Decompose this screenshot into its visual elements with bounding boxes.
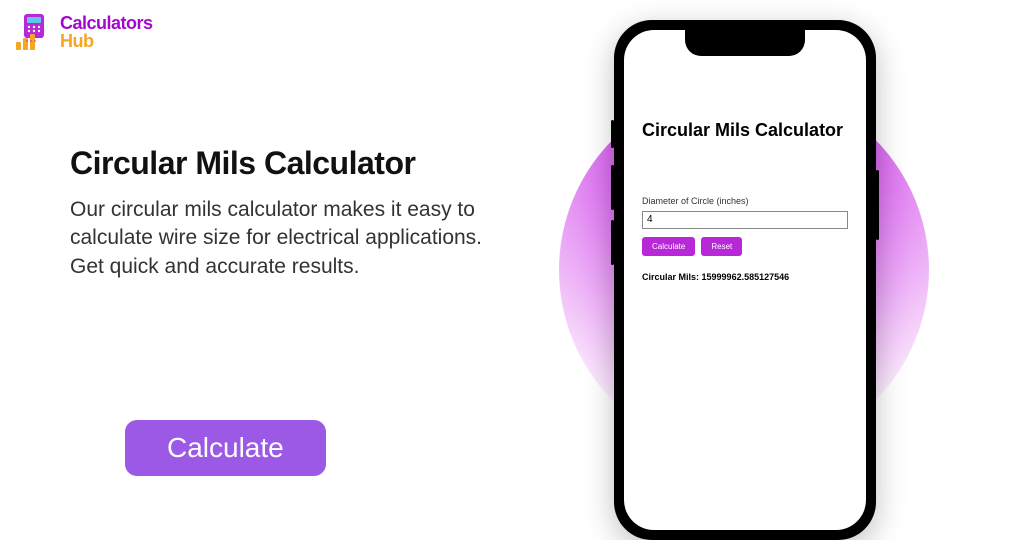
phone-side-button — [611, 120, 614, 148]
logo-icon — [14, 12, 54, 52]
page-title: Circular Mils Calculator — [70, 145, 490, 182]
button-row: Calculate Reset — [642, 237, 848, 256]
app-reset-button[interactable]: Reset — [701, 237, 742, 256]
result-label: Circular Mils: — [642, 272, 699, 282]
logo-line2: Hub — [60, 32, 153, 50]
phone-side-button — [876, 170, 879, 240]
calculate-button[interactable]: Calculate — [125, 420, 326, 476]
logo-line1: Calculators — [60, 14, 153, 32]
phone-side-button — [611, 220, 614, 265]
app-title: Circular Mils Calculator — [642, 120, 848, 141]
phone-mockup: Circular Mils Calculator Diameter of Cir… — [614, 20, 876, 540]
result-value: 15999962.585127546 — [702, 272, 790, 282]
logo-text: Calculators Hub — [60, 14, 153, 50]
phone-side-button — [611, 165, 614, 210]
phone-notch — [685, 30, 805, 56]
app-calculate-button[interactable]: Calculate — [642, 237, 695, 256]
hero-content: Circular Mils Calculator Our circular mi… — [70, 145, 490, 281]
phone-preview-area: Circular Mils Calculator Diameter of Cir… — [524, 0, 984, 536]
diameter-input[interactable] — [642, 211, 848, 229]
page-description: Our circular mils calculator makes it ea… — [70, 196, 490, 281]
result-text: Circular Mils: 15999962.585127546 — [642, 272, 848, 282]
brand-logo: Calculators Hub — [14, 12, 153, 52]
phone-screen: Circular Mils Calculator Diameter of Cir… — [624, 30, 866, 530]
diameter-label: Diameter of Circle (inches) — [642, 196, 848, 206]
